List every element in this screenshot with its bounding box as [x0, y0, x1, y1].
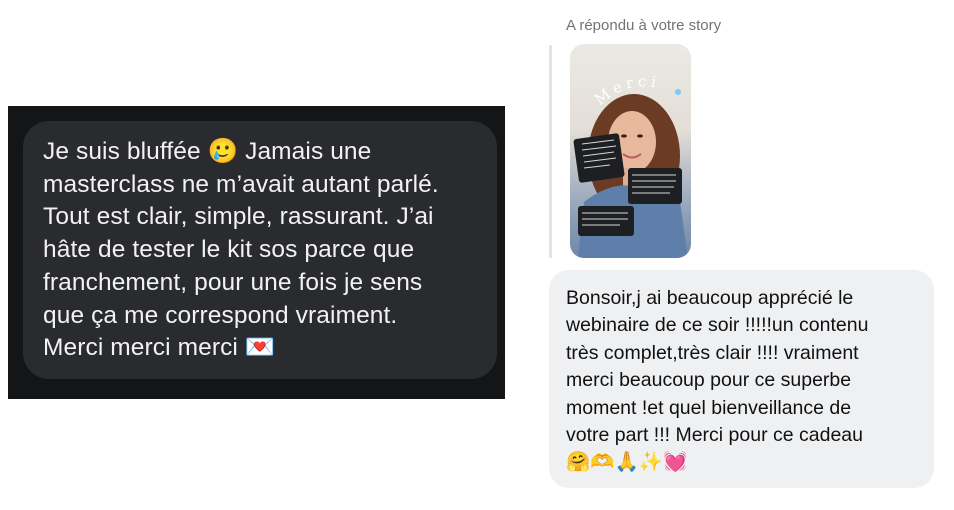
received-message-text: Bonsoir,j ai beaucoup apprécié le webina…: [566, 287, 869, 474]
reply-quote-bar: [549, 45, 552, 258]
story-thumbnail[interactable]: Merci: [570, 44, 691, 258]
dark-message-text: Je suis bluffée 🥲 Jamais une masterclass…: [43, 138, 439, 362]
story-image: Merci: [573, 72, 688, 258]
story-reply-caption: A répondu à votre story: [566, 17, 722, 34]
